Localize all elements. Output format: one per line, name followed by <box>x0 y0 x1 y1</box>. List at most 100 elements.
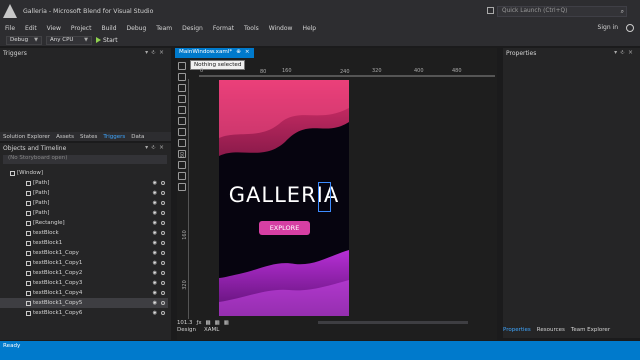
menu-window[interactable]: Window <box>264 25 298 32</box>
blend-logo-icon <box>3 4 17 18</box>
menu-build[interactable]: Build <box>96 25 121 32</box>
platform-dropdown[interactable]: Any CPU ▼ <box>46 35 92 45</box>
properties-panel-title: Properties <box>506 49 537 57</box>
storyboard-selector[interactable]: (No Storyboard open) <box>3 155 167 164</box>
panel-pin-icon[interactable]: ▾⎀× <box>145 144 167 152</box>
quick-launch-input[interactable]: Quick Launch (Ctrl+Q) ⌕ <box>497 6 627 17</box>
tree-item[interactable]: [Path] ◉ <box>0 208 168 218</box>
artboard-window[interactable]: GALLERIA EXPLORE <box>219 80 349 316</box>
tab-assets[interactable]: Assets <box>53 134 77 140</box>
tree-item[interactable]: [Path] ◉ <box>0 178 168 188</box>
visibility-eye-icon[interactable]: ◉ <box>153 270 157 276</box>
tree-item[interactable]: [Rectangle] ◉ <box>0 218 168 228</box>
tree-item[interactable]: textBlock1_Copy1 ◉ <box>0 258 168 268</box>
tab-solution-explorer[interactable]: Solution Explorer <box>0 134 53 140</box>
visibility-eye-icon[interactable]: ◉ <box>153 210 157 216</box>
configuration-dropdown[interactable]: Debug ▼ <box>6 35 42 45</box>
tree-item[interactable]: textBlock1_Copy5 ◉ <box>0 298 168 308</box>
menu-project[interactable]: Project <box>66 25 97 32</box>
tree-item-label: [Window] <box>17 170 43 176</box>
tab-properties[interactable]: Properties <box>503 327 531 333</box>
lock-toggle-icon[interactable] <box>161 231 165 235</box>
tree-item-label: [Rectangle] <box>33 220 65 226</box>
tab-design[interactable]: Design <box>177 327 196 336</box>
lock-toggle-icon[interactable] <box>161 221 165 225</box>
tree-item[interactable]: textBlock1 ◉ <box>0 238 168 248</box>
tab-data[interactable]: Data <box>128 134 147 140</box>
lock-toggle-icon[interactable] <box>161 301 165 305</box>
lock-toggle-icon[interactable] <box>161 281 165 285</box>
visibility-eye-icon[interactable]: ◉ <box>153 250 157 256</box>
tree-item[interactable]: textBlock1_Copy6 ◉ <box>0 308 168 318</box>
selection-tool-icon[interactable] <box>178 62 186 70</box>
tab-mainwindow-xaml[interactable]: MainWindow.xaml* ⊕ × <box>175 48 254 58</box>
fx-effects-icon[interactable]: ƒx <box>196 320 201 326</box>
visibility-eye-icon[interactable]: ◉ <box>153 260 157 266</box>
tab-triggers[interactable]: Triggers <box>100 134 128 140</box>
visibility-eye-icon[interactable]: ◉ <box>153 180 157 186</box>
visibility-eye-icon[interactable]: ◉ <box>153 220 157 226</box>
tree-item[interactable]: [Window] <box>0 168 168 178</box>
lock-toggle-icon[interactable] <box>161 201 165 205</box>
element-icon <box>26 250 31 256</box>
visibility-eye-icon[interactable]: ◉ <box>153 300 157 306</box>
visibility-eye-icon[interactable]: ◉ <box>153 200 157 206</box>
visibility-eye-icon[interactable]: ◉ <box>153 190 157 196</box>
menu-edit[interactable]: Edit <box>20 25 42 32</box>
zoom-level[interactable]: 101.3 <box>177 320 192 326</box>
tab-resources[interactable]: Resources <box>537 327 565 333</box>
lock-toggle-icon[interactable] <box>161 251 165 255</box>
element-icon <box>26 230 31 236</box>
storyboard-label: (No Storyboard open) <box>8 155 68 161</box>
tab-states[interactable]: States <box>77 134 100 140</box>
tab-team-explorer[interactable]: Team Explorer <box>571 327 610 333</box>
close-icon[interactable]: × <box>245 49 250 57</box>
grid-snap-icon[interactable]: ▦ <box>206 320 211 326</box>
visibility-eye-icon[interactable]: ◉ <box>153 280 157 286</box>
element-icon <box>26 240 31 246</box>
tab-xaml[interactable]: XAML <box>204 327 219 336</box>
menu-team[interactable]: Team <box>151 25 177 32</box>
lock-toggle-icon[interactable] <box>161 241 165 245</box>
tree-item[interactable]: [Path] ◉ <box>0 198 168 208</box>
tree-item[interactable]: textBlock1_Copy2 ◉ <box>0 268 168 278</box>
lock-toggle-icon[interactable] <box>161 271 165 275</box>
panel-pin-icon[interactable]: ▾⎀× <box>145 49 167 57</box>
tree-item-label: textBlock1_Copy6 <box>33 310 83 316</box>
lock-toggle-icon[interactable] <box>161 291 165 295</box>
menu-design[interactable]: Design <box>177 25 208 32</box>
horizontal-scrollbar[interactable] <box>318 321 468 324</box>
grid-lines-icon[interactable]: ▦ <box>215 320 220 326</box>
lock-toggle-icon[interactable] <box>161 261 165 265</box>
start-button[interactable]: Start <box>96 37 118 44</box>
tree-item[interactable]: [Path] ◉ <box>0 188 168 198</box>
lock-toggle-icon[interactable] <box>161 181 165 185</box>
panel-pin-icon[interactable]: ▾⎀× <box>614 49 636 57</box>
menu-debug[interactable]: Debug <box>122 25 152 32</box>
visibility-eye-icon[interactable]: ◉ <box>153 290 157 296</box>
lock-toggle-icon[interactable] <box>161 311 165 315</box>
menu-file[interactable]: File <box>0 25 20 32</box>
visibility-eye-icon[interactable]: ◉ <box>153 310 157 316</box>
lock-toggle-icon[interactable] <box>161 211 165 215</box>
pin-icon[interactable]: ⊕ <box>236 49 241 57</box>
tree-item[interactable]: textBlock ◉ <box>0 228 168 238</box>
visibility-eye-icon[interactable]: ◉ <box>153 230 157 236</box>
tree-item-label: [Path] <box>33 210 50 216</box>
menu-format[interactable]: Format <box>208 25 239 32</box>
snap-icon[interactable]: ▦ <box>224 320 229 326</box>
tree-item[interactable]: textBlock1_Copy ◉ <box>0 248 168 258</box>
notification-flag-icon[interactable] <box>487 7 494 14</box>
start-label: Start <box>103 36 118 44</box>
sign-in-link[interactable]: Sign in <box>598 24 618 31</box>
lock-toggle-icon[interactable] <box>161 191 165 195</box>
menu-tools[interactable]: Tools <box>239 25 264 32</box>
visibility-eye-icon[interactable]: ◉ <box>153 240 157 246</box>
menu-help[interactable]: Help <box>297 25 321 32</box>
ruler-tick: 400 <box>414 68 424 74</box>
explore-button[interactable]: EXPLORE <box>259 221 310 235</box>
tree-item[interactable]: textBlock1_Copy4 ◉ <box>0 288 168 298</box>
tree-item[interactable]: textBlock1_Copy3 ◉ <box>0 278 168 288</box>
menu-view[interactable]: View <box>42 25 66 32</box>
user-icon[interactable] <box>626 24 634 32</box>
